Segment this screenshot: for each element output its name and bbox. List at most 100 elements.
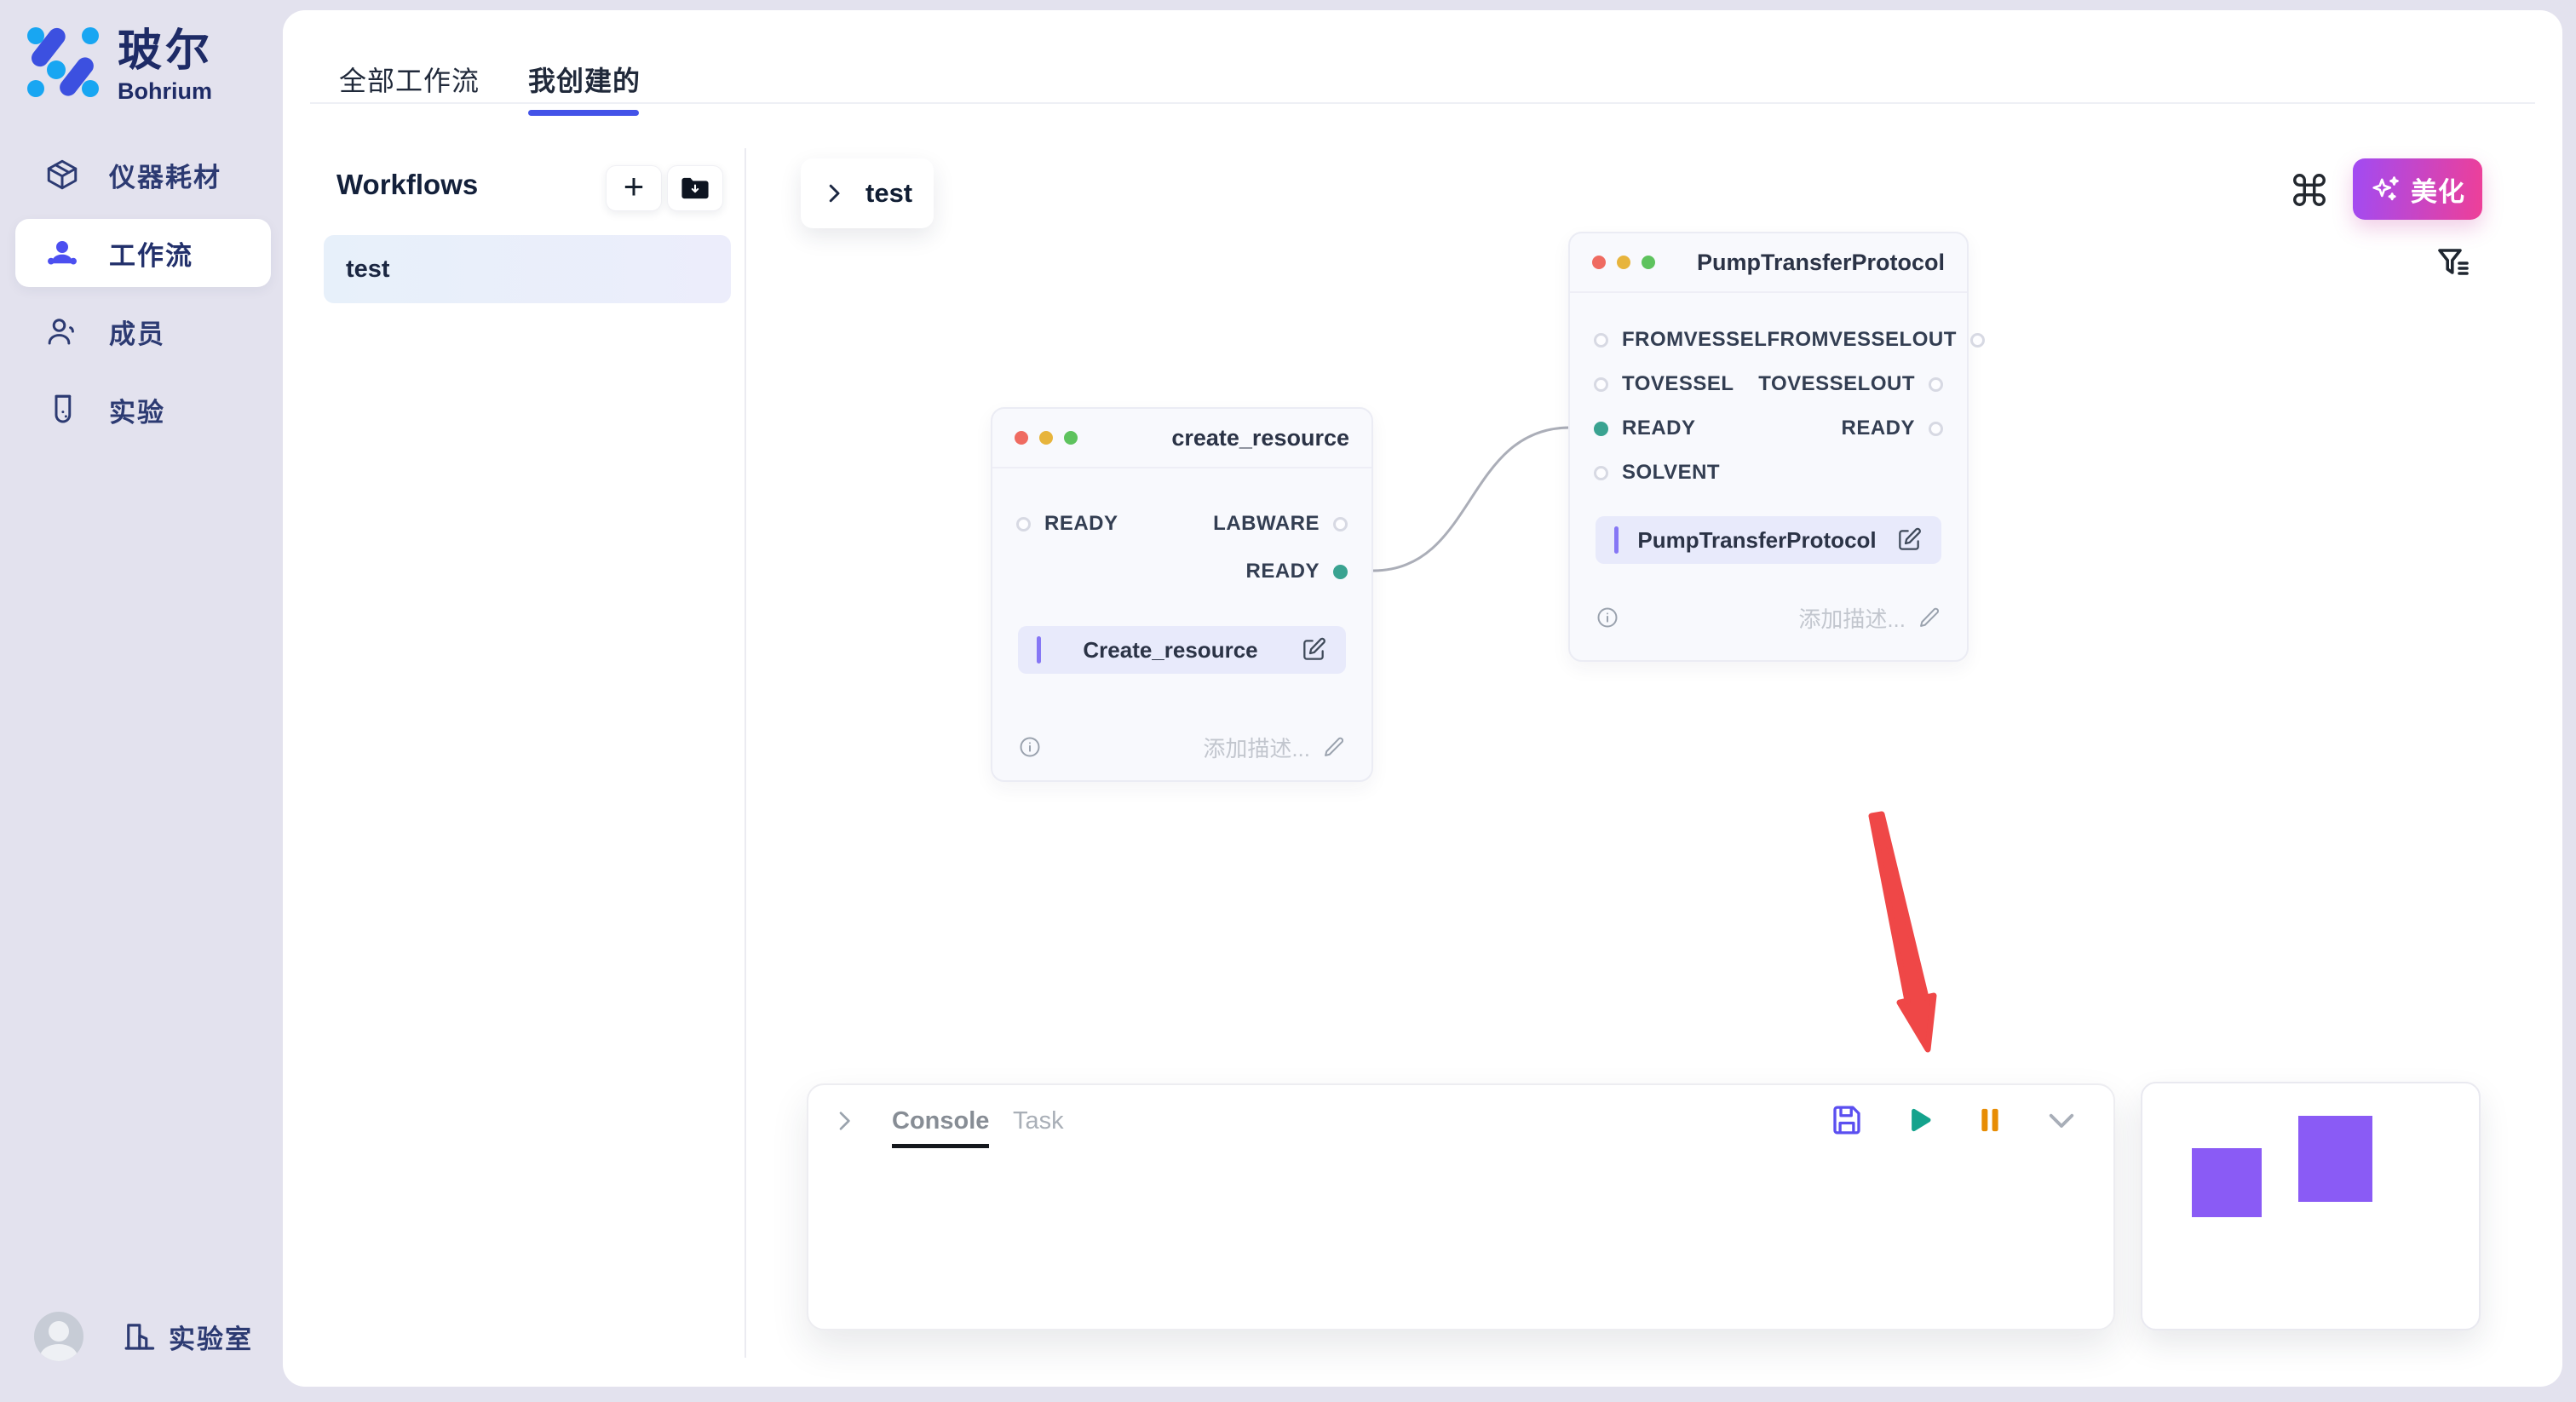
tab-all-workflows[interactable]: 全部工作流 (339, 60, 480, 99)
node-dot-green-icon[interactable] (1642, 256, 1655, 269)
tab-console[interactable]: Console (892, 1107, 989, 1148)
node-action-create-resource[interactable]: Create_resource (1018, 626, 1346, 674)
pencil-icon[interactable] (1918, 606, 1941, 629)
node-create-resource[interactable]: create_resource READY LABWARE READY Crea… (991, 407, 1373, 782)
workflow-list-item-test[interactable]: test (324, 235, 731, 303)
node-description-placeholder[interactable]: 添加描述... (1203, 732, 1310, 763)
avatar[interactable] (34, 1312, 83, 1361)
port-label: READY (1622, 417, 1696, 440)
canvas-breadcrumb[interactable]: test (801, 158, 934, 228)
tabbar-divider (310, 102, 2535, 104)
folder-import-icon (680, 175, 710, 201)
lab-label: 实验室 (169, 1318, 253, 1356)
workflow-item-label: test (346, 256, 390, 284)
node-dot-yellow-icon[interactable] (1617, 256, 1630, 269)
info-icon[interactable] (1596, 606, 1619, 629)
port-out-labware[interactable] (1333, 517, 1348, 531)
info-icon[interactable] (1018, 735, 1042, 759)
workflow-panel-title: Workflows (336, 169, 478, 201)
pencil-icon[interactable] (1322, 735, 1346, 759)
sidebar-item-label: 实验 (109, 391, 165, 429)
port-out-ready[interactable] (1929, 422, 1943, 436)
port-label: LABWARE (1213, 512, 1320, 536)
action-label: PumpTransferProtocol (1619, 527, 1895, 554)
port-out-tovesselout[interactable] (1929, 377, 1943, 392)
minimap-node (2298, 1116, 2372, 1202)
port-label: READY (1841, 417, 1915, 440)
node-action-pump-transfer[interactable]: PumpTransferProtocol (1596, 516, 1941, 564)
experiment-icon (44, 392, 80, 428)
run-icon[interactable] (1900, 1102, 1936, 1138)
add-workflow-button[interactable]: + (606, 165, 662, 211)
node-dot-green-icon[interactable] (1064, 431, 1078, 445)
filter-icon (2433, 244, 2474, 284)
filter-button[interactable] (2433, 244, 2474, 284)
members-icon (44, 313, 80, 349)
expand-panel-icon[interactable] (831, 1107, 858, 1135)
minimap[interactable] (2141, 1082, 2481, 1330)
sidebar-item-label: 成员 (109, 313, 165, 351)
collapse-panel-icon[interactable] (2044, 1102, 2079, 1138)
workflow-tabs: 全部工作流 我创建的 (283, 10, 2562, 104)
node-dot-red-icon[interactable] (1015, 431, 1028, 445)
lab-switcher[interactable]: 实验室 (121, 1318, 253, 1356)
panel-divider (745, 148, 746, 1358)
port-out-fromvesselout[interactable] (1970, 333, 1985, 348)
node-dot-yellow-icon[interactable] (1039, 431, 1053, 445)
app-name: 玻尔 (118, 26, 213, 77)
command-palette-button[interactable] (2290, 170, 2329, 210)
command-icon (2290, 170, 2329, 210)
sidebar-footer: 实验室 (34, 1312, 253, 1361)
package-icon (44, 157, 80, 192)
import-folder-button[interactable] (667, 165, 723, 211)
app-logo[interactable]: 玻尔 Bohrium (27, 26, 213, 105)
pause-icon[interactable] (1972, 1102, 2008, 1138)
port-in-tovessel[interactable] (1594, 377, 1608, 392)
chevron-right-icon (821, 181, 847, 206)
node-pump-transfer-protocol[interactable]: PumpTransferProtocol FROMVESSEL FROMVESS… (1568, 232, 1969, 662)
port-label: TOVESSELOUT (1758, 372, 1915, 396)
port-in-solvent[interactable] (1594, 466, 1608, 480)
minimap-node (2192, 1148, 2262, 1217)
tab-my-created[interactable]: 我创建的 (528, 60, 641, 99)
node-header[interactable]: create_resource (992, 409, 1371, 468)
sidebar-item-label: 工作流 (109, 234, 193, 273)
port-in-ready[interactable] (1016, 517, 1031, 531)
port-label: FROMVESSEL (1622, 328, 1767, 352)
port-label: FROMVESSELOUT (1767, 328, 1957, 352)
beautify-button[interactable]: 美化 (2353, 158, 2482, 220)
port-label: TOVESSEL (1622, 372, 1734, 396)
console-panel: Console Task (807, 1083, 2115, 1330)
plus-icon: + (624, 170, 645, 204)
sidebar-item-workflow[interactable]: 工作流 (15, 219, 271, 287)
sidebar: 玻尔 Bohrium 仪器耗材 工作 (0, 0, 283, 1402)
port-out-ready[interactable] (1333, 565, 1348, 579)
sidebar-nav: 仪器耗材 工作流 成员 (15, 141, 271, 454)
node-title: PumpTransferProtocol (1697, 250, 1945, 276)
sidebar-item-members[interactable]: 成员 (15, 297, 271, 365)
tab-task[interactable]: Task (1013, 1107, 1064, 1135)
port-in-ready[interactable] (1594, 422, 1608, 436)
port-label: SOLVENT (1622, 461, 1720, 485)
breadcrumb-label: test (865, 178, 912, 209)
port-in-fromvessel[interactable] (1594, 333, 1608, 348)
app-name-en: Bohrium (118, 78, 213, 105)
port-label: READY (1245, 560, 1320, 583)
port-label: READY (1044, 512, 1118, 536)
building-icon (121, 1319, 157, 1354)
edit-icon[interactable] (1895, 526, 1923, 554)
bohrium-workflow-app: 玻尔 Bohrium 仪器耗材 工作 (0, 0, 2576, 1402)
edit-icon[interactable] (1300, 636, 1327, 664)
active-tab-underline (528, 110, 639, 116)
node-header[interactable]: PumpTransferProtocol (1570, 233, 1967, 293)
sidebar-item-instruments[interactable]: 仪器耗材 (15, 141, 271, 209)
node-description-placeholder[interactable]: 添加描述... (1798, 602, 1906, 634)
action-label: Create_resource (1041, 637, 1300, 664)
bohrium-logo-icon (27, 26, 99, 99)
sidebar-item-label: 仪器耗材 (109, 156, 221, 194)
node-title: create_resource (1171, 425, 1349, 451)
sidebar-item-experiments[interactable]: 实验 (15, 376, 271, 444)
sparkles-icon (2370, 173, 2402, 205)
node-dot-red-icon[interactable] (1592, 256, 1606, 269)
save-icon[interactable] (1829, 1102, 1865, 1138)
